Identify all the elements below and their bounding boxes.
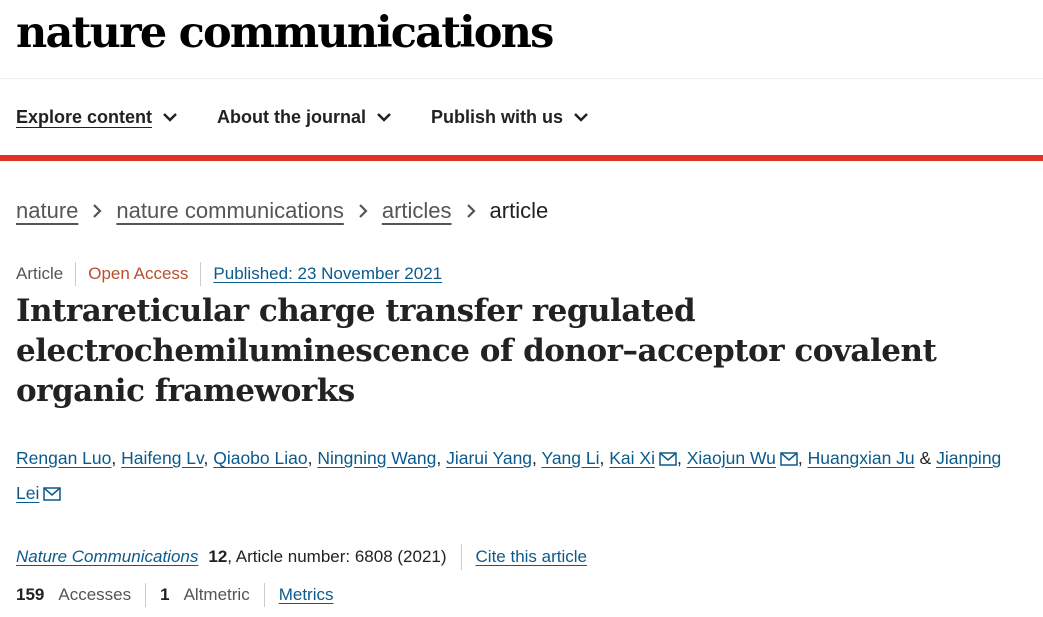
author-link[interactable]: Haifeng Lv [121, 448, 203, 468]
breadcrumb-nature[interactable]: nature [16, 198, 78, 224]
article-type: Article [16, 264, 64, 283]
divider [460, 544, 462, 570]
volume-number: 12 [208, 547, 228, 566]
main-nav: Explore content About the journal Publis… [0, 79, 1043, 155]
journal-logo[interactable]: nature communications [16, 8, 554, 58]
nav-publish-with-us-label: Publish with us [431, 106, 564, 127]
email-icon[interactable] [43, 487, 62, 501]
site-header: nature communications [0, 0, 1043, 79]
article-title: Intrareticular charge transfer regulated… [16, 293, 937, 409]
altmetric-label: Altmetric [183, 585, 250, 604]
nav-explore-content-label: Explore content [16, 106, 153, 127]
author-link[interactable]: Ningning Wang [317, 448, 436, 468]
nav-explore-content[interactable]: Explore content [16, 107, 178, 128]
chevron-right-icon [466, 203, 476, 219]
author-link[interactable]: Yang Li [541, 448, 599, 468]
divider [200, 262, 202, 286]
breadcrumb-current: article [489, 198, 549, 223]
breadcrumb-nature-communications[interactable]: nature communications [116, 198, 343, 224]
accesses-count: 159 [16, 585, 45, 604]
altmetric-count: 1 [160, 585, 170, 604]
open-access-badge: Open Access [88, 264, 189, 283]
email-icon[interactable] [780, 452, 798, 466]
published-date-link[interactable]: Published: 23 November 2021 [213, 264, 442, 284]
author-link[interactable]: Huangxian Ju [808, 448, 915, 468]
citation-row: Nature Communications 12 , Article numbe… [0, 543, 1043, 571]
article-number: , Article number: 6808 (2021) [227, 547, 447, 566]
accesses-label: Accesses [58, 585, 132, 604]
nav-publish-with-us[interactable]: Publish with us [431, 107, 589, 128]
divider [75, 262, 77, 286]
email-icon[interactable] [659, 452, 677, 466]
divider [263, 583, 265, 607]
chevron-right-icon [358, 203, 368, 219]
metrics-link[interactable]: Metrics [279, 585, 334, 605]
author-list: Rengan Luo, Haifeng Lv, Qiaobo Liao, Nin… [16, 448, 1002, 503]
divider [145, 583, 147, 607]
cite-this-article-link[interactable]: Cite this article [476, 547, 587, 567]
author-link[interactable]: Rengan Luo [16, 448, 111, 468]
author-link[interactable]: Qiaobo Liao [213, 448, 307, 468]
chevron-down-icon [573, 112, 589, 122]
chevron-right-icon [92, 203, 102, 219]
breadcrumb-articles[interactable]: articles [382, 198, 452, 224]
chevron-down-icon [162, 112, 178, 122]
author-link[interactable]: Jiarui Yang [446, 448, 532, 468]
nav-about-journal-label: About the journal [217, 106, 367, 127]
chevron-down-icon [376, 112, 392, 122]
article-meta: Article Open Access Published: 23 Novemb… [0, 261, 1043, 287]
metrics-row: 159 Accesses 1 Altmetric Metrics [0, 582, 1043, 608]
journal-link[interactable]: Nature Communications [16, 547, 198, 567]
author-joiner: & [919, 448, 932, 468]
author-link[interactable]: Kai Xi [609, 448, 655, 468]
author-link[interactable]: Xiaojun Wu [687, 448, 776, 468]
nav-about-journal[interactable]: About the journal [217, 107, 392, 128]
breadcrumb: nature nature communications articles ar… [0, 161, 1043, 261]
